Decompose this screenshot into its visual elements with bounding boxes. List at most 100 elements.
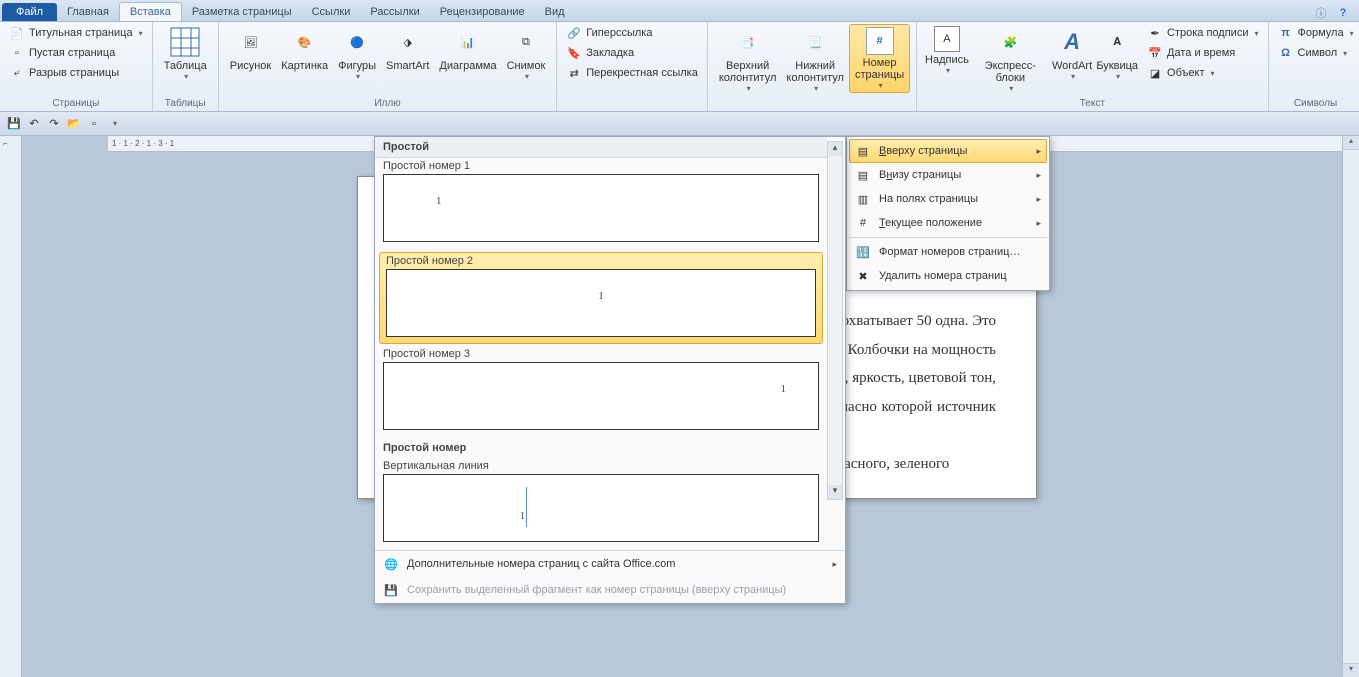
format-num-icon: 🔢: [855, 244, 871, 260]
group-pages-label: Страницы: [6, 96, 146, 111]
textbox-button[interactable]: AНадпись: [923, 24, 971, 77]
chevron-right-icon: ▸: [1036, 218, 1041, 229]
page-break-button[interactable]: ⤶Разрыв страницы: [6, 64, 146, 82]
tab-insert[interactable]: Вставка: [119, 2, 182, 21]
shapes-label: Фигуры: [338, 60, 376, 72]
submenu-format-numbers[interactable]: 🔢 Формат номеров страниц…: [849, 240, 1047, 264]
hyperlink-label: Гиперссылка: [586, 27, 652, 39]
footer-button[interactable]: 📃Нижний колонтитул: [781, 24, 849, 95]
header-button[interactable]: 📑Верхний колонтитул: [714, 24, 782, 95]
screenshot-button[interactable]: ⧉Снимок: [502, 24, 551, 83]
textbox-label: Надпись: [925, 54, 969, 66]
preview-vline: [383, 474, 819, 542]
group-links: 🔗 Гиперссылка 🔖Закладка ⇄Перекрестная ссы…: [557, 22, 708, 111]
symbol-icon: Ω: [1278, 45, 1294, 61]
document-scrollbar[interactable]: ▴ ▾: [1342, 136, 1359, 677]
group-tables-label: Таблицы: [159, 96, 212, 111]
sigline-icon: ✒: [1147, 25, 1163, 41]
group-text-label: Текст: [923, 96, 1261, 111]
help-icon[interactable]: ?: [1335, 5, 1351, 21]
shapes-button[interactable]: 🔵 Фигуры: [333, 24, 381, 83]
tab-references[interactable]: Ссылки: [302, 3, 361, 21]
qat-customize-icon[interactable]: [106, 116, 122, 132]
ruler-vertical[interactable]: ⌐: [0, 136, 22, 677]
page-number-button[interactable]: #Номер страницы: [849, 24, 910, 93]
quickparts-button[interactable]: 🧩Экспресс-блоки: [971, 24, 1050, 95]
blank-page-button[interactable]: ▫Пустая страница: [6, 44, 146, 62]
page-number-submenu: ▤Вверху страницы▸ ▤Внизу страницы▸ ▥На п…: [846, 136, 1050, 291]
table-button[interactable]: Таблица: [159, 24, 212, 83]
save-icon[interactable]: 💾: [6, 116, 22, 132]
submenu-remove-numbers[interactable]: ✖Удалить номера страниц: [849, 264, 1047, 288]
cover-page-button[interactable]: 📄Титульная страница: [6, 24, 146, 42]
scroll-down-icon[interactable]: ▾: [828, 485, 842, 499]
clipart-button[interactable]: 🎨Картинка: [276, 24, 333, 74]
object-button[interactable]: ◪Объект: [1144, 64, 1261, 82]
bookmark-icon: 🔖: [566, 45, 582, 61]
gallery-section-simple: Простой: [375, 137, 827, 158]
dropcap-icon: 𝐀: [1101, 26, 1133, 58]
wordart-button[interactable]: A WordArt: [1050, 24, 1094, 83]
ribbon: 📄Титульная страница ▫Пустая страница ⤶Ра…: [0, 22, 1359, 112]
gallery-item3-label: Простой номер 3: [383, 348, 470, 360]
bookmark-button[interactable]: 🔖Закладка: [563, 44, 701, 62]
chart-icon: 📊: [452, 26, 484, 58]
datetime-label: Дата и время: [1167, 47, 1235, 59]
current-pos-icon: #: [855, 215, 871, 231]
gallery-scrollbar[interactable]: ▴ ▾: [827, 141, 843, 500]
scroll-down-icon[interactable]: ▾: [1343, 663, 1359, 677]
submenu-current-position[interactable]: #Текущее положение▸: [849, 211, 1047, 235]
crossref-label: Перекрестная ссылка: [586, 67, 698, 79]
new-icon[interactable]: ▫: [86, 116, 102, 132]
quickparts-label: Экспресс-блоки: [976, 60, 1045, 84]
equation-icon: π: [1278, 25, 1294, 41]
picture-label: Рисунок: [230, 60, 272, 72]
crossref-button[interactable]: ⇄Перекрестная ссылка: [563, 64, 701, 82]
preview-simple2: [386, 269, 816, 337]
smartart-label: SmartArt: [386, 60, 429, 72]
gallery-item-simple3[interactable]: Простой номер 3: [375, 346, 827, 438]
submenu-format-label: Формат номеров страниц…: [879, 246, 1020, 258]
redo-icon[interactable]: ↷: [46, 116, 62, 132]
tab-home[interactable]: Главная: [57, 3, 119, 21]
shapes-icon: 🔵: [341, 26, 373, 58]
undo-icon[interactable]: ↶: [26, 116, 42, 132]
chevron-right-icon: ▸: [832, 559, 837, 570]
tab-view[interactable]: Вид: [535, 3, 575, 21]
ruler-marks: 1 · 1 · 2 · 1 · 3 · 1: [112, 139, 174, 148]
submenu-bottom-of-page[interactable]: ▤Внизу страницы▸: [849, 163, 1047, 187]
cover-page-icon: 📄: [9, 25, 25, 41]
chart-button[interactable]: 📊Диаграмма: [434, 24, 501, 74]
open-icon[interactable]: 📂: [66, 116, 82, 132]
tab-file[interactable]: Файл: [2, 3, 57, 21]
tab-review[interactable]: Рецензирование: [430, 3, 535, 21]
tab-mailings[interactable]: Рассылки: [360, 3, 429, 21]
hyperlink-button[interactable]: 🔗 Гиперссылка: [563, 24, 701, 42]
wordart-label: WordArt: [1052, 60, 1092, 72]
smartart-button[interactable]: ⬗SmartArt: [381, 24, 434, 74]
gallery-more-office[interactable]: 🌐Дополнительные номера страниц с сайта O…: [375, 551, 845, 577]
equation-button[interactable]: πФормула: [1275, 24, 1357, 42]
submenu-page-margins[interactable]: ▥На полях страницы▸: [849, 187, 1047, 211]
submenu-top-of-page[interactable]: ▤Вверху страницы▸: [849, 139, 1047, 163]
sigline-button[interactable]: ✒Строка подписи: [1144, 24, 1261, 42]
scroll-up-icon[interactable]: ▴: [828, 142, 842, 156]
group-links-label: [563, 96, 701, 111]
datetime-button[interactable]: 📅Дата и время: [1144, 44, 1261, 62]
screenshot-label: Снимок: [507, 60, 546, 72]
gallery-item-vline[interactable]: Вертикальная линия: [375, 458, 827, 550]
group-symbols-label: Символы: [1275, 96, 1357, 111]
symbol-button[interactable]: ΩСимвол: [1275, 44, 1357, 62]
gallery-item-simple2[interactable]: Простой номер 2: [379, 252, 823, 344]
picture-icon: 🖼: [234, 26, 266, 58]
minimize-ribbon-icon[interactable]: ⓘ: [1313, 5, 1329, 21]
wordart-icon: A: [1056, 26, 1088, 58]
preview-simple1: [383, 174, 819, 242]
tab-page-layout[interactable]: Разметка страницы: [182, 3, 302, 21]
scroll-up-icon[interactable]: ▴: [1343, 136, 1359, 150]
hyperlink-icon: 🔗: [566, 25, 582, 41]
picture-button[interactable]: 🖼 Рисунок: [225, 24, 277, 74]
dropcap-button[interactable]: 𝐀Буквица: [1094, 24, 1140, 83]
gallery-item-simple1[interactable]: Простой номер 1: [375, 158, 827, 250]
group-headerfooter: 📑Верхний колонтитул 📃Нижний колонтитул #…: [708, 22, 917, 111]
